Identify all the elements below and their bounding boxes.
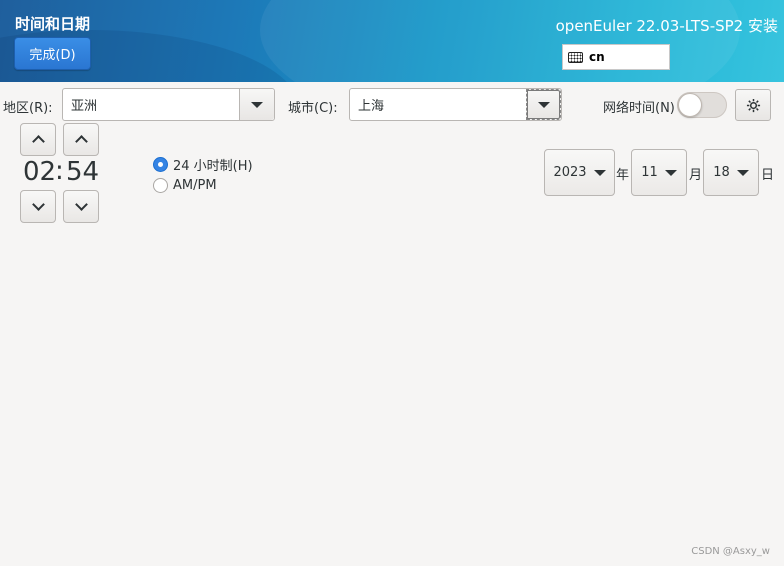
day-unit-label: 日: [761, 168, 775, 183]
format-ampm-label[interactable]: AM/PM: [173, 178, 217, 193]
chevron-up-icon: [74, 135, 88, 148]
chevron-up-icon: [31, 135, 45, 148]
city-combo[interactable]: 上海: [349, 88, 562, 121]
keyboard-layout-label: cn: [589, 50, 605, 64]
radio-24h[interactable]: [153, 157, 168, 172]
month-unit-label: 月: [689, 168, 703, 183]
chevron-down-icon: [593, 169, 606, 176]
city-dropdown-button[interactable]: [526, 89, 561, 120]
ntp-settings-button[interactable]: [735, 89, 771, 121]
year-select[interactable]: 2023: [544, 149, 615, 196]
day-value: 18: [713, 165, 730, 180]
minute-display: 54: [66, 157, 100, 187]
product-title: openEuler 22.03-LTS-SP2 安装: [555, 17, 778, 35]
minute-down-button[interactable]: [63, 190, 99, 223]
hour-up-button[interactable]: [20, 123, 56, 156]
day-select[interactable]: 18: [703, 149, 759, 196]
page-title: 时间和日期: [15, 15, 91, 33]
switch-knob: [678, 93, 702, 117]
network-time-label: 网络时间(N): [603, 101, 675, 116]
year-unit-label: 年: [616, 168, 630, 183]
chevron-down-icon: [537, 101, 550, 108]
city-value[interactable]: 上海: [350, 95, 526, 114]
hour-display: 02: [23, 157, 57, 187]
chevron-down-icon: [736, 169, 749, 176]
keyboard-layout-indicator[interactable]: cn: [562, 44, 670, 70]
month-value: 11: [641, 165, 658, 180]
month-select[interactable]: 11: [631, 149, 687, 196]
year-value: 2023: [553, 165, 587, 180]
city-label: 城市(C):: [288, 101, 338, 116]
region-dropdown-button[interactable]: [239, 89, 274, 120]
gear-icon: [746, 98, 760, 112]
network-time-switch[interactable]: [677, 92, 727, 118]
chevron-down-icon: [664, 169, 677, 176]
format-24h-label[interactable]: 24 小时制(H): [173, 155, 253, 174]
chevron-down-icon: [251, 101, 263, 108]
region-combo[interactable]: 亚洲: [62, 88, 275, 121]
region-value[interactable]: 亚洲: [63, 95, 239, 114]
radio-ampm[interactable]: [153, 178, 168, 193]
header-bar: 时间和日期 完成(D) openEuler 22.03-LTS-SP2 安装 c…: [0, 0, 784, 82]
region-label: 地区(R):: [3, 101, 53, 116]
chevron-down-icon: [74, 198, 88, 211]
chevron-down-icon: [31, 198, 45, 211]
format-ampm-option[interactable]: AM/PM: [153, 178, 217, 193]
minute-up-button[interactable]: [63, 123, 99, 156]
watermark: CSDN @Asxy_w: [691, 546, 770, 557]
keyboard-icon: [568, 51, 583, 63]
hour-down-button[interactable]: [20, 190, 56, 223]
format-24h-option[interactable]: 24 小时制(H): [153, 155, 253, 174]
done-button[interactable]: 完成(D): [14, 37, 91, 70]
time-separator: :: [55, 156, 64, 186]
